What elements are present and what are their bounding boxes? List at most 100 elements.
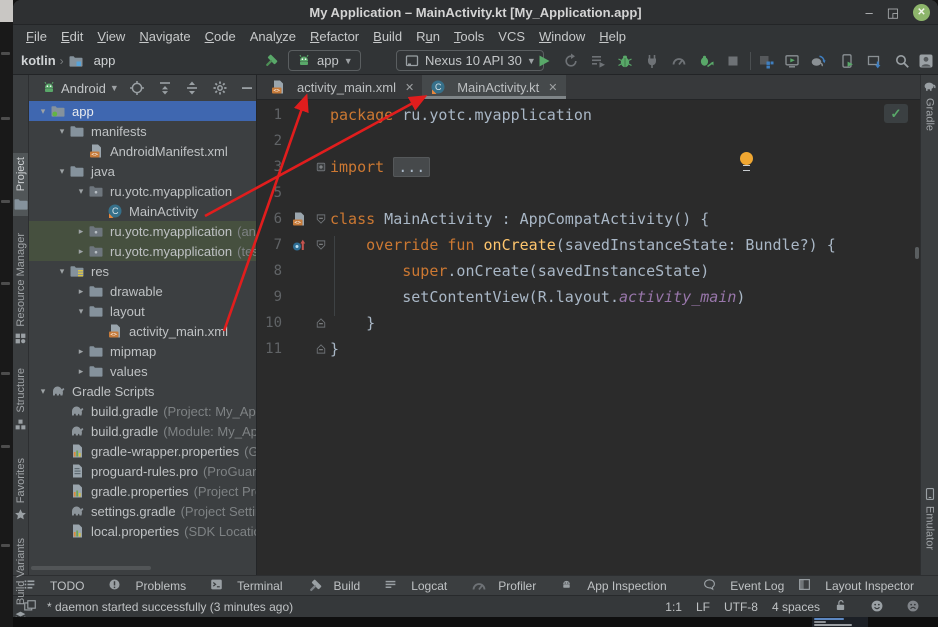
tree-item-proguard-rules-pro-proguard-rules-for-app[interactable]: proguard-rules.pro(ProGuard Rules for "a… (29, 461, 257, 481)
stripe-item-project[interactable]: Project (13, 153, 28, 216)
stripe-item-favorites[interactable]: Favorites (13, 458, 28, 521)
sdk-manager-button[interactable] (865, 52, 883, 70)
run-button[interactable] (535, 52, 553, 70)
tree-chevron-icon[interactable]: ▾ (36, 106, 50, 117)
inspection-status-icon[interactable]: ✓ (884, 104, 908, 123)
tree-item-build-gradle-project-my-application[interactable]: build.gradle(Project: My_Application) (29, 401, 257, 421)
line-ending[interactable]: LF (696, 600, 710, 614)
toolwindow-logcat[interactable]: Logcat (384, 578, 447, 594)
menu-item-build[interactable]: Build (366, 29, 409, 44)
profile-app-button[interactable] (697, 52, 715, 70)
hide-icon[interactable] (239, 79, 256, 97)
profile-button[interactable] (670, 52, 688, 70)
layout-file-gutter-icon[interactable]: <> (287, 211, 311, 227)
tree-item-app[interactable]: ▾app (29, 101, 257, 121)
tree-item-layout[interactable]: ▾layout (29, 301, 257, 321)
frown-icon[interactable] (906, 599, 922, 615)
profile-avatar-button[interactable] (917, 52, 935, 70)
tree-chevron-icon[interactable]: ▸ (74, 366, 88, 377)
menu-item-file[interactable]: File (19, 29, 54, 44)
fold-end-icon[interactable] (311, 343, 330, 355)
toolwindow-todo[interactable]: TODO (23, 578, 84, 594)
tree-item-local-properties-sdk-location[interactable]: local.properties(SDK Location) (29, 521, 257, 541)
minimize-button[interactable]: – (865, 6, 872, 19)
apply-changes-restart-button[interactable] (562, 52, 580, 70)
menu-item-code[interactable]: Code (198, 29, 243, 44)
menu-item-tools[interactable]: Tools (447, 29, 491, 44)
code-line[interactable]: 3import ... (257, 154, 920, 180)
tree-item-java[interactable]: ▾java (29, 161, 257, 181)
apply-code-changes-button[interactable] (589, 52, 607, 70)
avd-manager-button[interactable] (783, 52, 801, 70)
tree-item-values[interactable]: ▸values (29, 361, 257, 381)
toolwindow-layout-inspector[interactable]: Layout Inspector (798, 578, 914, 594)
tree-item-res[interactable]: ▾res (29, 261, 257, 281)
tree-item-build-gradle-module-my-application-app[interactable]: build.gradle(Module: My_Application.app) (29, 421, 257, 441)
menu-item-navigate[interactable]: Navigate (132, 29, 197, 44)
device-manager-button[interactable] (838, 52, 856, 70)
toolwindow-build[interactable]: Build (307, 578, 361, 594)
fold-open-icon[interactable] (311, 213, 330, 225)
editor-scrollbar[interactable] (915, 247, 919, 259)
attach-debugger-to-android-process-button[interactable] (757, 52, 775, 70)
stripe-item-build-variants[interactable]: Build Variants (13, 538, 28, 617)
tree-item-drawable[interactable]: ▸drawable (29, 281, 257, 301)
tree-chevron-icon[interactable]: ▾ (55, 126, 69, 137)
stop-button[interactable] (724, 52, 742, 70)
tree-item-mipmap[interactable]: ▸mipmap (29, 341, 257, 361)
sync-project-with-gradle-files-button[interactable] (809, 52, 827, 70)
tree-chevron-icon[interactable]: ▸ (74, 346, 88, 357)
override-gutter-icon[interactable] (287, 237, 311, 253)
tree-item-gradle-properties-project-properties[interactable]: gradle.properties(Project Properties) (29, 481, 257, 501)
close-icon[interactable]: ✕ (548, 81, 557, 94)
caret-position[interactable]: 1:1 (665, 600, 682, 614)
code-line[interactable]: 10 } (257, 310, 920, 336)
fold-plus-icon[interactable] (311, 161, 330, 173)
close-icon[interactable]: ✕ (405, 81, 414, 94)
tree-chevron-icon[interactable]: ▾ (55, 266, 69, 277)
tree-chevron-icon[interactable]: ▸ (74, 246, 88, 257)
expand-all-icon[interactable] (156, 79, 173, 97)
tree-item-ru-yotc-myapplication-androidtest[interactable]: ▸ru.yotc.myapplication(androidTest) (29, 221, 257, 241)
encoding[interactable]: UTF-8 (724, 600, 758, 614)
breadcrumb-module[interactable]: kotlin (21, 53, 56, 68)
code-line[interactable]: 8 super.onCreate(savedInstanceState) (257, 258, 920, 284)
tree-item-gradle-wrapper-properties-gradle-version[interactable]: gradle-wrapper.properties(Gradle Version… (29, 441, 257, 461)
unlocked-icon[interactable] (834, 599, 850, 615)
search-everywhere-button[interactable] (893, 52, 911, 70)
horizontal-scrollbar[interactable] (31, 566, 151, 570)
stripe-item-emulator[interactable]: Emulator (921, 487, 938, 550)
build-hammer-button[interactable] (262, 52, 280, 70)
stripe-item-structure[interactable]: Structure (13, 368, 28, 431)
tree-item-activity-main-xml[interactable]: <>activity_main.xml (29, 321, 257, 341)
tree-item-manifests[interactable]: ▾manifests (29, 121, 257, 141)
code-line[interactable]: 2 (257, 128, 920, 154)
code-line[interactable]: 1package ru.yotc.myapplication (257, 102, 920, 128)
breadcrumb-target[interactable]: app (94, 53, 116, 68)
close-button[interactable]: ✕ (913, 4, 930, 21)
fold-open-icon[interactable] (311, 239, 330, 251)
code-line[interactable]: 7 override fun onCreate(savedInstanceSta… (257, 232, 920, 258)
toolwindow-problems[interactable]: Problems (108, 578, 186, 594)
code-line[interactable]: 5 (257, 180, 920, 206)
debug-button[interactable] (616, 52, 634, 70)
menu-item-vcs[interactable]: VCS (491, 29, 532, 44)
fold-end-icon[interactable] (311, 317, 330, 329)
menu-item-refactor[interactable]: Refactor (303, 29, 366, 44)
menu-item-window[interactable]: Window (532, 29, 592, 44)
tree-chevron-icon[interactable]: ▾ (55, 166, 69, 177)
collapse-all-icon[interactable] (184, 79, 201, 97)
code-editor[interactable]: 1package ru.yotc.myapplication23import .… (257, 100, 920, 575)
stripe-item-gradle[interactable]: Gradle (921, 79, 938, 131)
restore-button[interactable]: ◲ (887, 6, 899, 19)
smile-icon[interactable] (870, 599, 886, 615)
settings-icon[interactable] (211, 79, 228, 97)
tree-chevron-icon[interactable]: ▾ (74, 186, 88, 197)
tree-chevron-icon[interactable]: ▾ (36, 386, 50, 397)
project-view-selector[interactable]: Android (61, 81, 106, 96)
chevron-down-icon[interactable]: ▼ (110, 83, 119, 93)
code-line[interactable]: 11} (257, 336, 920, 362)
tree-item-ru-yotc-myapplication[interactable]: ▾ru.yotc.myapplication (29, 181, 257, 201)
tree-item-gradle-scripts[interactable]: ▾Gradle Scripts (29, 381, 257, 401)
code-line[interactable]: 9 setContentView(R.layout.activity_main) (257, 284, 920, 310)
